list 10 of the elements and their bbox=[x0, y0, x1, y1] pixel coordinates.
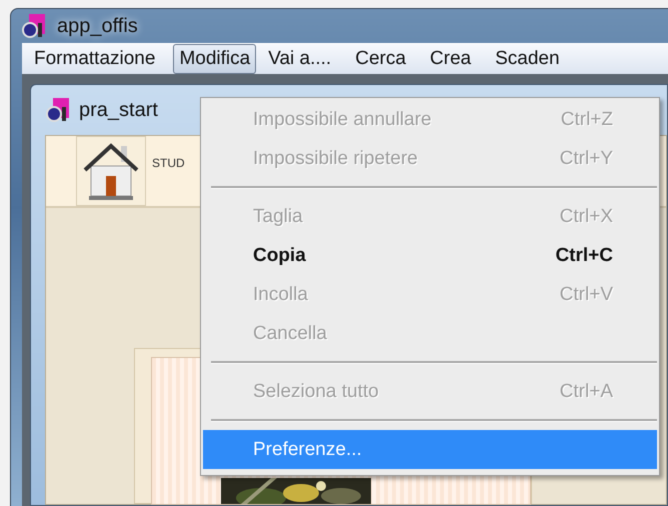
menu-title[interactable]: Cerca bbox=[349, 44, 412, 74]
menu-title[interactable]: Scaden bbox=[489, 44, 566, 74]
menu-title[interactable]: Formattazione bbox=[28, 44, 162, 74]
menu-title[interactable]: Vai a.... bbox=[262, 44, 338, 74]
menu-title[interactable]: Modifica bbox=[173, 44, 256, 74]
window-title: app_offis bbox=[57, 14, 138, 38]
menu-item[interactable]: Copia Ctrl+C bbox=[203, 236, 657, 275]
toolbar-label: STUD bbox=[152, 156, 185, 170]
menu-title[interactable]: Crea bbox=[424, 44, 478, 74]
child-window-title: pra_start bbox=[79, 98, 158, 122]
